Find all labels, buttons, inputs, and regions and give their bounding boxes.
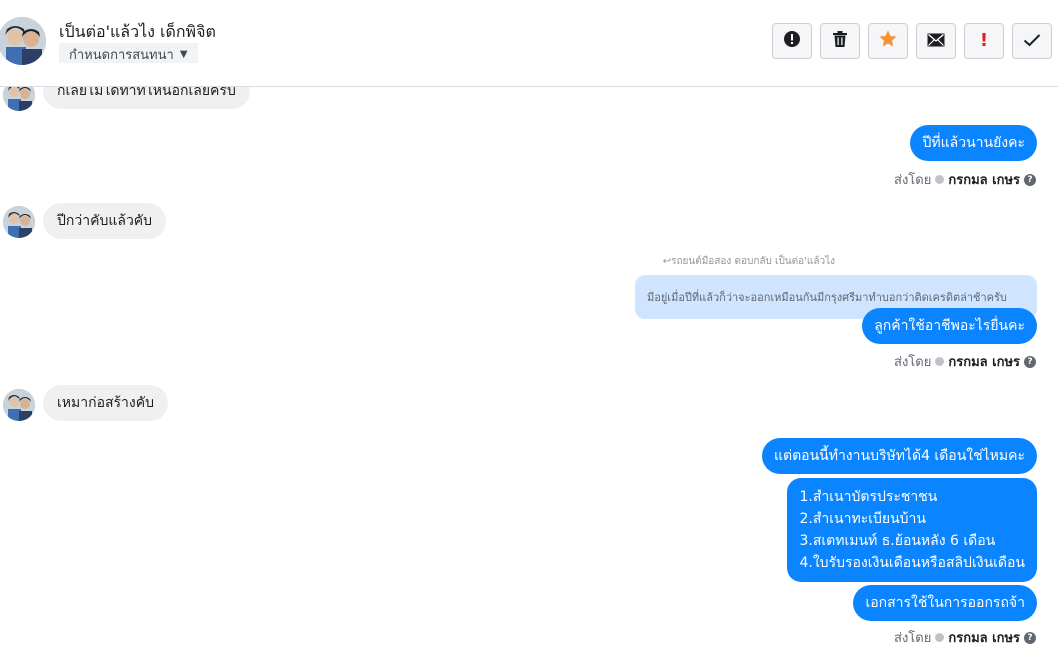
follow-up-button[interactable]: ! bbox=[964, 23, 1004, 59]
sender-status-icon bbox=[935, 633, 945, 642]
message-thread: ก็เลยไม่ได้ทำที่ไหนอีกเลยครับ ปีที่แล้วน… bbox=[0, 73, 1058, 646]
message-line: 4.ใบรับรองเงินเดือนหรือสลิปเงินเดือน bbox=[799, 555, 1025, 571]
sent-by-line: ส่งโดย กรกมล เกษร ? bbox=[894, 351, 1036, 372]
checkmark-icon bbox=[1023, 32, 1041, 51]
star-button[interactable] bbox=[868, 23, 908, 59]
sender-status-icon bbox=[935, 175, 945, 184]
conversation-label-dropdown[interactable]: กำหนดการสนทนา ▼ bbox=[59, 43, 198, 63]
message-line: 2.สำเนาทะเบียนบ้าน bbox=[799, 511, 926, 527]
incoming-message[interactable]: เหมาก่อสร้างคับ bbox=[43, 385, 169, 421]
report-button[interactable] bbox=[772, 23, 812, 59]
mark-unread-button[interactable] bbox=[916, 23, 956, 59]
message-text: เหมาก่อสร้างคับ bbox=[57, 395, 155, 411]
outgoing-message[interactable]: แต่ตอนนี้ทำงานบริษัทได้4 เดือนใช่ไหมคะ bbox=[761, 438, 1037, 474]
message-text: ลูกค้าใช้อาชีพอะไรยื่นคะ bbox=[874, 318, 1025, 334]
label-dropdown-text: กำหนดการสนทนา bbox=[69, 47, 174, 63]
conversation-header: เป็นต่อ'แล้วไง เด็กพิจิต กำหนดการสนทนา ▼… bbox=[0, 0, 1058, 87]
sender-name: กรกมล เกษร bbox=[948, 173, 1020, 188]
incoming-message[interactable]: ปีกว่าคับแล้วคับ bbox=[43, 203, 167, 239]
help-icon[interactable]: ? bbox=[1024, 355, 1036, 368]
contact-name: เป็นต่อ'แล้วไง เด็กพิจิต bbox=[59, 22, 216, 41]
message-text: ปีที่แล้วนานยังคะ bbox=[922, 135, 1025, 151]
caret-down-icon: ▼ bbox=[179, 48, 188, 60]
sender-name: กรกมล เกษร bbox=[948, 355, 1020, 370]
delete-button[interactable] bbox=[820, 23, 860, 59]
outgoing-message[interactable]: ปีที่แล้วนานยังคะ bbox=[910, 125, 1037, 161]
mark-done-button[interactable] bbox=[1012, 23, 1052, 59]
envelope-icon bbox=[927, 32, 945, 51]
star-icon bbox=[878, 29, 898, 53]
contact-avatar-small bbox=[3, 389, 35, 421]
outgoing-message[interactable]: เอกสารใช้ในการออกรถจ้า bbox=[853, 585, 1037, 621]
sent-by-line: ส่งโดย กรกมล เกษร ? bbox=[894, 627, 1036, 646]
message-line: 1.สำเนาบัตรประชาชน bbox=[799, 489, 938, 505]
contact-avatar[interactable] bbox=[0, 17, 46, 65]
reply-context-header: ↩รถยนต์มือสอง ตอบกลับ เป็นต่อ'แล้วไง bbox=[662, 256, 835, 267]
message-text: แต่ตอนนี้ทำงานบริษัทได้4 เดือนใช่ไหมคะ bbox=[773, 448, 1025, 464]
exclamation-circle-icon bbox=[783, 30, 801, 52]
outgoing-message[interactable]: 1.สำเนาบัตรประชาชน 2.สำเนาทะเบียนบ้าน 3.… bbox=[787, 478, 1037, 582]
quoted-message-text: มีอยู่เมื่อปีที่แล้วก็ว่าจะออกเหมือนกันม… bbox=[647, 291, 1007, 304]
contact-avatar-small bbox=[3, 206, 35, 238]
sent-by-prefix: ส่งโดย bbox=[894, 173, 932, 188]
help-icon[interactable]: ? bbox=[1024, 173, 1036, 186]
message-text: เอกสารใช้ในการออกรถจ้า bbox=[865, 595, 1025, 611]
help-icon[interactable]: ? bbox=[1024, 631, 1036, 644]
sent-by-prefix: ส่งโดย bbox=[894, 631, 932, 646]
exclamation-mark-icon: ! bbox=[979, 30, 989, 51]
message-text: ปีกว่าคับแล้วคับ bbox=[57, 213, 153, 229]
sender-status-icon bbox=[935, 357, 945, 366]
message-line: 3.สเตทเมนท์ ธ.ย้อนหลัง 6 เดือน bbox=[799, 533, 996, 549]
sender-name: กรกมล เกษร bbox=[948, 631, 1020, 646]
sent-by-line: ส่งโดย กรกมล เกษร ? bbox=[894, 169, 1036, 190]
trash-icon bbox=[832, 30, 848, 52]
sent-by-prefix: ส่งโดย bbox=[894, 355, 932, 370]
outgoing-message[interactable]: ลูกค้าใช้อาชีพอะไรยื่นคะ bbox=[862, 308, 1037, 344]
